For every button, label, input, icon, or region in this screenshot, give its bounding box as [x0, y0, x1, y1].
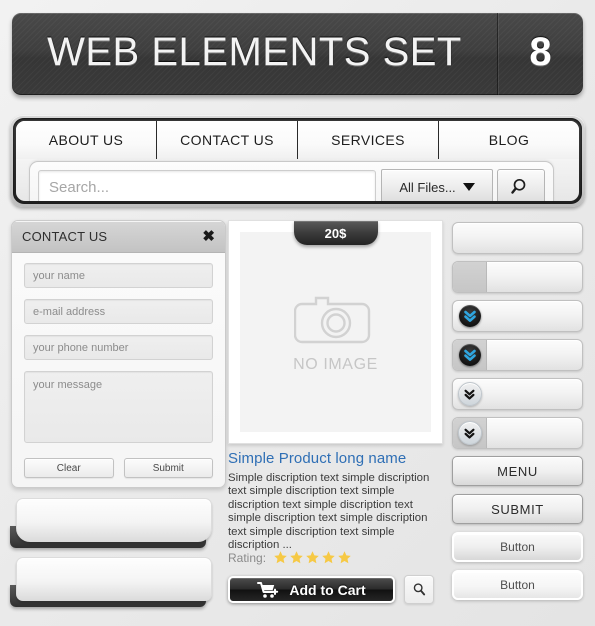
double-chevron-down-icon — [457, 421, 482, 445]
product-title[interactable]: Simple Product long name — [228, 450, 443, 467]
product-card: NO IMAGE 20$ Simple Product long name Si… — [228, 220, 443, 616]
price-badge: 20$ — [293, 221, 378, 245]
phone-field[interactable] — [24, 335, 213, 360]
contact-form-title: CONTACT US — [22, 229, 108, 244]
bar-plain[interactable] — [452, 222, 583, 254]
caret-down-icon — [462, 183, 475, 191]
camera-icon — [293, 296, 370, 344]
contact-form-header: CONTACT US ✖ — [12, 221, 225, 253]
star-icon — [306, 551, 319, 564]
contact-form-body: Clear Submit — [12, 253, 225, 487]
bar-split[interactable] — [452, 261, 583, 293]
right-controls-column: MENU SUBMIT Button Button — [452, 222, 583, 608]
star-icon — [338, 551, 351, 564]
star-icon — [322, 551, 335, 564]
panel-face — [16, 498, 212, 542]
bar-icon-slot — [453, 382, 486, 406]
tab-contact-us[interactable]: CONTACT US — [157, 121, 298, 159]
navigation-frame: ABOUT US CONTACT US SERVICES BLOG All Fi… — [13, 118, 582, 204]
submit-button[interactable]: Submit — [123, 458, 213, 478]
double-chevron-down-icon — [458, 344, 481, 366]
message-field[interactable] — [24, 371, 213, 443]
set-number: 8 — [529, 30, 552, 74]
generic-button-1[interactable]: Button — [452, 532, 583, 562]
star-icon — [274, 551, 287, 564]
contact-form-actions: Clear Submit — [24, 458, 213, 478]
bar-split-chevron-blue[interactable] — [452, 339, 583, 371]
bar-left-segment — [453, 262, 487, 292]
bar-split-chevron-gray[interactable] — [452, 417, 583, 449]
blank-panel-top[interactable] — [10, 498, 212, 548]
page-title: WEB ELEMENTS SET — [47, 30, 462, 74]
generic-button-2[interactable]: Button — [452, 570, 583, 600]
page-header: WEB ELEMENTS SET 8 — [12, 13, 583, 95]
search-input[interactable] — [38, 170, 376, 201]
bar-icon-slot — [453, 305, 486, 327]
email-field[interactable] — [24, 299, 213, 324]
tab-services[interactable]: SERVICES — [298, 121, 439, 159]
star-rating[interactable] — [273, 550, 352, 565]
name-field[interactable] — [24, 263, 213, 288]
bar-left-segment — [453, 418, 487, 448]
close-x-icon[interactable]: ✖ — [202, 229, 215, 244]
cart-plus-icon — [257, 581, 279, 598]
navigation-bar: ABOUT US CONTACT US SERVICES BLOG All Fi… — [10, 115, 585, 207]
tab-list: ABOUT US CONTACT US SERVICES BLOG — [16, 121, 579, 159]
rating-row: Rating: — [228, 550, 352, 565]
add-to-cart-label: Add to Cart — [289, 581, 366, 598]
product-search-button[interactable] — [404, 575, 434, 604]
submit-button-right[interactable]: SUBMIT — [452, 494, 583, 524]
file-filter-label: All Files... — [399, 179, 456, 195]
no-image-label: NO IMAGE — [293, 356, 378, 373]
product-description: Simple discription text simple discripti… — [228, 472, 430, 552]
file-filter-dropdown[interactable]: All Files... — [381, 169, 493, 201]
double-chevron-down-icon — [458, 305, 481, 327]
bar-chevron-blue[interactable] — [452, 300, 583, 332]
product-image-frame: NO IMAGE 20$ — [228, 220, 443, 444]
menu-button[interactable]: MENU — [452, 456, 583, 486]
page-root: WEB ELEMENTS SET 8 ABOUT US CONTACT US S… — [0, 0, 595, 626]
contact-form-panel: CONTACT US ✖ Clear Submit — [11, 220, 226, 488]
add-to-cart-button[interactable]: Add to Cart — [228, 576, 395, 603]
clear-button[interactable]: Clear — [24, 458, 114, 478]
tab-blog[interactable]: BLOG — [439, 121, 579, 159]
search-submit-button[interactable] — [497, 169, 545, 201]
cart-row: Add to Cart — [228, 575, 434, 604]
header-number-container: 8 — [498, 13, 583, 95]
star-icon — [290, 551, 303, 564]
rating-label: Rating: — [228, 550, 267, 565]
bar-left-segment — [453, 340, 487, 370]
tab-about-us[interactable]: ABOUT US — [16, 121, 157, 159]
magnifier-icon — [413, 583, 425, 596]
panel-face — [16, 557, 212, 601]
product-image-placeholder: NO IMAGE — [240, 232, 431, 432]
double-chevron-down-icon — [457, 382, 482, 406]
header-title-container: WEB ELEMENTS SET — [12, 13, 498, 95]
bar-chevron-gray[interactable] — [452, 378, 583, 410]
blank-panel-bottom[interactable] — [10, 557, 212, 607]
search-row: All Files... — [29, 161, 554, 201]
magnifier-icon — [511, 178, 526, 194]
navigation-surface: ABOUT US CONTACT US SERVICES BLOG All Fi… — [16, 121, 579, 201]
